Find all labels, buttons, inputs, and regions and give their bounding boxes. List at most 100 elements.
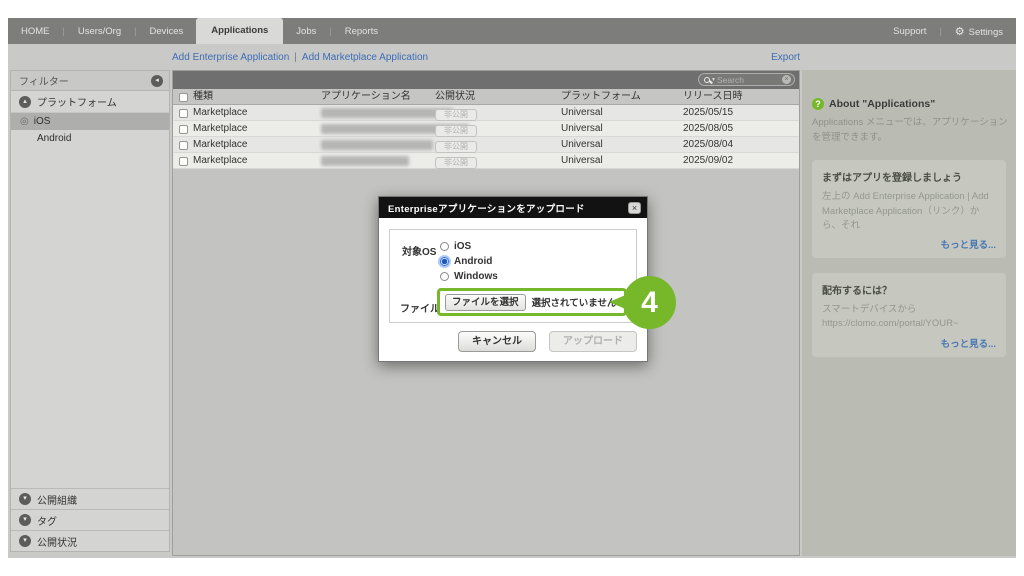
filter-section-label: プラットフォーム <box>37 94 117 109</box>
nav-support[interactable]: Support <box>880 26 939 37</box>
export-link[interactable]: Export <box>771 52 800 63</box>
top-nav: HOME | Users/Org | Devices Applications … <box>8 18 1016 44</box>
cell-platform: Universal <box>561 153 603 169</box>
cell-type: Marketplace <box>193 121 247 137</box>
step-highlight-box: ファイルを選択 選択されていません <box>437 288 627 316</box>
search-input[interactable] <box>717 75 780 85</box>
modal-header: Enterpriseアプリケーションをアップロード × <box>379 197 647 218</box>
status-badge: 非公開 <box>435 141 477 153</box>
os-option-windows[interactable]: Windows <box>440 269 498 284</box>
nav-applications-active-tab[interactable]: Applications <box>196 18 283 44</box>
help-card-title: まずはアプリを登録しましょう <box>822 169 996 184</box>
cell-type: Marketplace <box>193 153 247 169</box>
nav-settings[interactable]: ⚙Settings <box>942 25 1016 38</box>
upload-button[interactable]: アップロード <box>549 331 637 352</box>
filter-section-label: 公開組織 <box>37 492 77 507</box>
cell-released: 2025/08/04 <box>683 137 733 153</box>
nav-users-org[interactable]: Users/Org <box>65 26 134 37</box>
select-all-checkbox[interactable] <box>179 93 188 102</box>
cell-type: Marketplace <box>193 137 247 153</box>
row-checkbox[interactable] <box>179 157 188 166</box>
table-body: Marketplace 非公開 Universal 2025/05/15 Mar… <box>173 105 799 169</box>
collapse-sidebar-icon[interactable]: ◂ <box>151 75 163 87</box>
filter-section-platform[interactable]: ▴ プラットフォーム <box>11 91 169 113</box>
status-badge: 非公開 <box>435 109 477 121</box>
search-clear-icon[interactable]: × <box>782 75 791 84</box>
table-row[interactable]: Marketplace 非公開 Universal 2025/09/02 <box>173 153 799 169</box>
search-box[interactable]: ▾ × <box>698 73 795 86</box>
status-badge: 非公開 <box>435 157 477 169</box>
modal-buttons: キャンセル アップロード <box>458 331 637 352</box>
add-application-links: Add Enterprise Application|Add Marketpla… <box>172 52 428 63</box>
section-toggle-icon: ▴ <box>19 96 31 108</box>
help-card-title: 配布するには？ <box>822 282 996 297</box>
selected-filter-icon: ◎ <box>20 116 29 127</box>
filter-section-publish-status[interactable]: ▾ 公開状況 <box>11 530 169 551</box>
help-icon: ? <box>812 98 824 110</box>
help-sidebar: ? About "Applications" Applications メニュー… <box>802 70 1016 556</box>
radio-icon-selected[interactable] <box>440 257 449 266</box>
help-card-body: 左上の Add Enterprise Application | Add Mar… <box>822 190 996 233</box>
filter-item-ios[interactable]: ◎ iOS <box>11 113 169 130</box>
add-marketplace-application-link[interactable]: Add Marketplace Application <box>302 52 428 63</box>
search-icon <box>704 77 710 83</box>
filter-item-label: iOS <box>34 116 51 127</box>
help-card-register: まずはアプリを登録しましょう 左上の Add Enterprise Applic… <box>812 160 1006 258</box>
os-option-ios[interactable]: iOS <box>440 239 498 254</box>
cell-released: 2025/05/15 <box>683 105 733 121</box>
nav-home[interactable]: HOME <box>8 26 63 37</box>
section-toggle-icon: ▾ <box>19 535 31 547</box>
os-radio-group: iOS Android Windows <box>440 239 498 284</box>
cell-app-name <box>321 137 433 153</box>
modal-title: Enterpriseアプリケーションをアップロード <box>388 201 628 215</box>
see-more-link[interactable]: もっと見る... <box>822 336 996 350</box>
filter-item-android[interactable]: Android <box>11 130 169 147</box>
column-header-type[interactable]: 種類 <box>193 89 213 104</box>
choose-file-button[interactable]: ファイルを選択 <box>445 294 526 311</box>
os-option-android[interactable]: Android <box>440 254 498 269</box>
gear-icon: ⚙ <box>955 26 965 38</box>
column-header-app-name[interactable]: アプリケーション名 <box>321 89 411 104</box>
cell-released: 2025/09/02 <box>683 153 733 169</box>
filter-sidebar: フィルター ◂ ▴ プラットフォーム ◎ iOS Android ▾ 公開組織 … <box>10 70 170 552</box>
radio-icon[interactable] <box>440 242 449 251</box>
table-header-row: 種類 アプリケーション名 公開状況 プラットフォーム リリース日時 <box>173 89 799 105</box>
table-row[interactable]: Marketplace 非公開 Universal 2025/05/15 <box>173 105 799 121</box>
column-header-status[interactable]: 公開状況 <box>435 89 475 104</box>
clomo-applications-screen: HOME | Users/Org | Devices Applications … <box>0 0 1024 576</box>
radio-label: Android <box>454 256 492 267</box>
redacted-app-name <box>321 108 453 118</box>
filter-section-published-org[interactable]: ▾ 公開組織 <box>11 488 169 509</box>
add-enterprise-application-link[interactable]: Add Enterprise Application <box>172 52 289 63</box>
filter-section-tag[interactable]: ▾ タグ <box>11 509 169 530</box>
nav-jobs[interactable]: Jobs <box>283 26 329 37</box>
cell-app-name <box>321 105 453 121</box>
column-header-released[interactable]: リリース日時 <box>683 89 743 104</box>
cancel-button[interactable]: キャンセル <box>458 331 536 352</box>
step-badge: 4 <box>623 276 676 329</box>
radio-label: iOS <box>454 241 471 252</box>
column-header-platform[interactable]: プラットフォーム <box>561 89 641 104</box>
nav-devices[interactable]: Devices <box>136 26 196 37</box>
row-checkbox[interactable] <box>179 109 188 118</box>
about-description: Applications メニューでは、アプリケーションを管理できます。 <box>812 116 1008 145</box>
cell-released: 2025/08/05 <box>683 121 733 137</box>
redacted-app-name <box>321 140 433 150</box>
table-row[interactable]: Marketplace 非公開 Universal 2025/08/04 <box>173 137 799 153</box>
row-checkbox[interactable] <box>179 125 188 134</box>
help-card-body: スマートデバイスからhttps://clomo.com/portal/YOUR~ <box>822 303 996 332</box>
row-checkbox[interactable] <box>179 141 188 150</box>
filter-collapsed-sections: ▾ 公開組織 ▾ タグ ▾ 公開状況 <box>11 488 169 551</box>
cell-app-name <box>321 153 409 169</box>
close-icon[interactable]: × <box>628 202 641 214</box>
section-toggle-icon: ▾ <box>19 514 31 526</box>
table-row[interactable]: Marketplace . 非公開 Universal 2025/08/05 <box>173 121 799 137</box>
file-label: ファイル <box>400 300 440 315</box>
filter-section-label: タグ <box>37 513 57 528</box>
nav-reports[interactable]: Reports <box>332 26 391 37</box>
filter-header: フィルター ◂ <box>11 71 169 91</box>
see-more-link[interactable]: もっと見る... <box>822 237 996 251</box>
radio-icon[interactable] <box>440 272 449 281</box>
about-title-text: About "Applications" <box>829 98 935 110</box>
table-toolbar: ▾ × <box>173 71 799 89</box>
